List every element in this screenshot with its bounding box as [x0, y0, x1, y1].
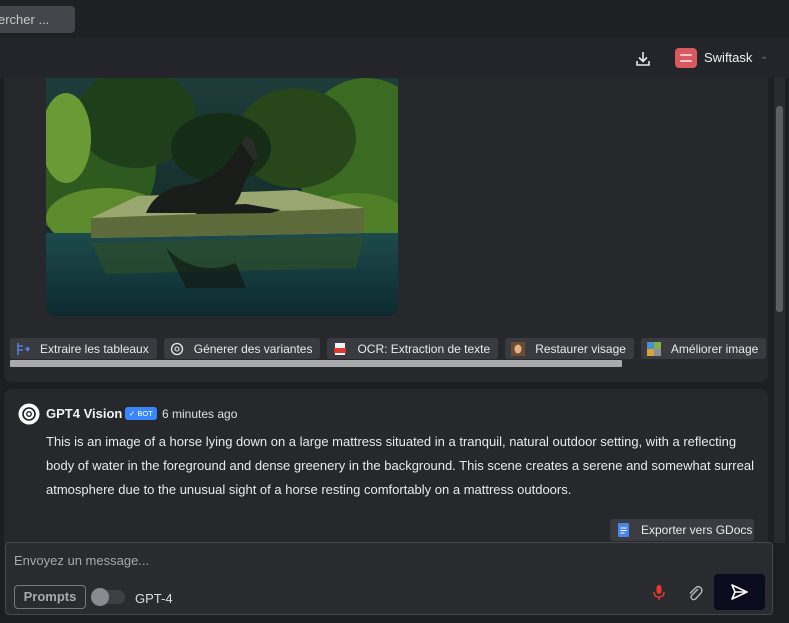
brand-name[interactable]: Swiftask [704, 50, 752, 65]
action-label: OCR: Extraction de texte [357, 341, 491, 356]
horizontal-scrollbar[interactable] [10, 360, 622, 367]
export-label: Exporter vers GDocs [641, 523, 753, 537]
extract-tables-button[interactable]: Extraire les tableaux [10, 338, 157, 359]
restore-face-button[interactable]: Restaurer visage [505, 338, 634, 359]
message-input[interactable] [14, 551, 614, 569]
search-input[interactable]: ercher ... [0, 6, 75, 33]
ocr-icon [334, 342, 347, 355]
top-bar: ercher ... [0, 0, 789, 38]
send-icon [731, 584, 748, 600]
bot-badge: ✓ BOT [125, 407, 157, 420]
microphone-icon[interactable] [652, 584, 666, 602]
horse-on-mattress-image [46, 78, 398, 316]
bot-name: GPT4 Vision [46, 406, 123, 421]
enhance-image-button[interactable]: Améliorer image [640, 338, 767, 359]
model-label: GPT-4 [135, 591, 173, 606]
prompts-button[interactable]: Prompts [14, 585, 86, 609]
action-label: Génerer des variantes [193, 341, 313, 356]
message-timestamp: 6 minutes ago [162, 407, 238, 421]
export-gdocs-button[interactable]: Exporter vers GDocs [610, 519, 754, 541]
image-enhance-icon [646, 341, 661, 356]
action-label: Restaurer visage [535, 341, 626, 356]
scrollbar-thumb[interactable] [776, 106, 783, 312]
action-label: Améliorer image [670, 341, 759, 356]
action-buttons: Extraire les tableaux Génerer des varian… [10, 338, 767, 359]
message-text: This is an image of a horse lying down o… [46, 434, 754, 497]
ocr-extraction-button[interactable]: OCR: Extraction de texte [327, 338, 499, 359]
chat-header: Swiftask ⌄ [0, 38, 789, 78]
send-button[interactable] [714, 574, 765, 610]
openai-icon [170, 342, 183, 355]
table-extract-icon [17, 342, 30, 355]
openai-icon [18, 403, 40, 425]
google-docs-icon [618, 523, 629, 537]
chevron-down-icon[interactable]: ⌄ [760, 51, 768, 62]
face-restore-icon [511, 341, 526, 356]
toggle-knob[interactable] [91, 588, 109, 606]
action-label: Extraire les tableaux [40, 341, 149, 356]
brand-logo[interactable] [675, 48, 697, 68]
paperclip-icon[interactable] [686, 584, 704, 602]
download-icon[interactable] [634, 50, 652, 68]
generate-variants-button[interactable]: Génerer des variantes [163, 338, 321, 359]
